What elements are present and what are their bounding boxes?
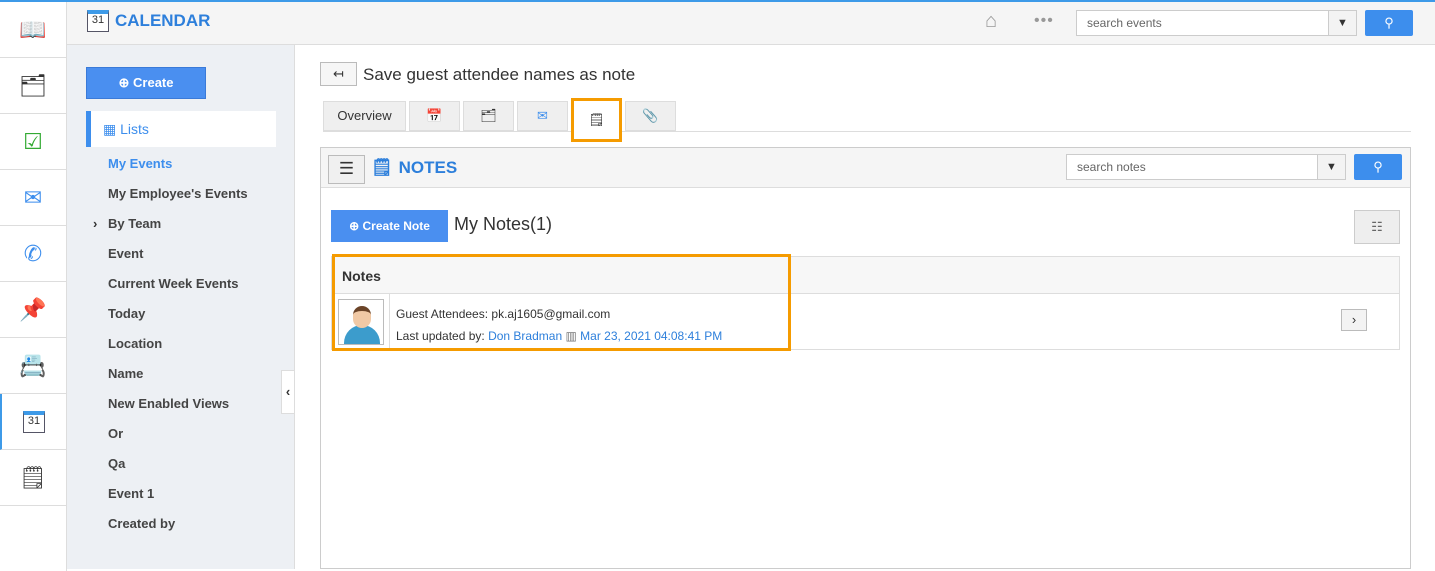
chevron-right-icon[interactable]: ›	[93, 216, 97, 231]
main-content: ↤ Save guest attendee names as note Over…	[320, 45, 1435, 569]
nav-by-team[interactable]: By Team	[108, 216, 161, 231]
nav-my-events[interactable]: My Events	[108, 156, 172, 171]
avatar	[338, 299, 384, 345]
tab-attachments[interactable]: 📎	[625, 101, 676, 131]
nav-created-by[interactable]: Created by	[108, 516, 175, 531]
nav-event-1[interactable]: Event 1	[108, 486, 154, 501]
page-title: Save guest attendee names as note	[363, 65, 636, 84]
create-note-button[interactable]: ⊕ Create Note	[331, 210, 448, 242]
calendar-icon: ▥	[565, 329, 577, 343]
pin-icon[interactable]: 📌	[0, 282, 66, 338]
back-button[interactable]: ↤	[320, 62, 357, 86]
collapse-sidebar-button[interactable]: ‹	[281, 370, 295, 414]
nav-location[interactable]: Location	[108, 336, 162, 351]
form-icon: 🗂	[480, 108, 497, 123]
nav-employee-events[interactable]: My Employee's Events	[108, 186, 248, 201]
tab-notes[interactable]: 🗒	[571, 98, 622, 142]
nav-current-week[interactable]: Current Week Events	[108, 276, 239, 291]
tab-bar: Overview 📅 🗂 ✉ 🗒 📎	[323, 98, 1411, 142]
nav-today[interactable]: Today	[108, 306, 145, 321]
app-title: 31 CALENDAR	[87, 10, 210, 32]
mail-icon: ✉	[537, 108, 548, 123]
sidebar: ⊕ Create ▦ Lists My Events My Employee's…	[67, 45, 295, 569]
top-bar: 31 CALENDAR ⌂ ••• search events ▼ ⚲	[67, 2, 1435, 45]
calendar-icon[interactable]: 31	[0, 394, 66, 450]
chevron-down-icon[interactable]: ▼	[1329, 10, 1357, 36]
more-icon[interactable]: •••	[1034, 12, 1054, 30]
notes-search: search notes ▼ ⚲	[1066, 154, 1402, 180]
notes-icon: 🗒	[371, 158, 393, 177]
search-input[interactable]: search events	[1076, 10, 1329, 36]
open-note-button[interactable]: ›	[1341, 309, 1367, 331]
event-search: search events ▼ ⚲	[1076, 10, 1413, 36]
note-text[interactable]: Guest Attendees: pk.aj1605@gmail.com	[396, 307, 610, 321]
notes-icon: 🗒	[588, 112, 605, 127]
my-notes-heading: My Notes(1)	[454, 214, 553, 234]
tab-overview[interactable]: Overview	[323, 101, 406, 131]
notes-column-header: Notes	[332, 257, 1399, 294]
notes-icon[interactable]: 🗒	[0, 450, 66, 506]
notes-search-input[interactable]: search notes	[1066, 154, 1318, 180]
lists-header[interactable]: ▦ Lists	[86, 111, 276, 147]
create-button[interactable]: ⊕ Create	[86, 67, 206, 99]
chevron-down-icon[interactable]: ▼	[1318, 154, 1346, 180]
calendar-clock-icon: 📅	[426, 108, 443, 123]
nav-or[interactable]: Or	[108, 426, 123, 441]
task-icon[interactable]: ☑	[0, 114, 66, 170]
nav-event[interactable]: Event	[108, 246, 143, 261]
attachment-icon: 📎	[642, 108, 659, 123]
tab-forms[interactable]: 🗂	[463, 101, 514, 131]
phone-icon[interactable]: ✆	[0, 226, 66, 282]
author-link[interactable]: Don Bradman	[488, 329, 562, 343]
notes-table: Notes Guest Attendees: pk.aj1605@gmail.c…	[331, 254, 1400, 351]
note-meta: Last updated by: Don Bradman ▥ Mar 23, 2…	[396, 329, 723, 343]
notes-title: 🗒 NOTES	[371, 158, 458, 177]
mail-icon[interactable]: ✉	[0, 170, 66, 226]
tab-schedule[interactable]: 📅	[409, 101, 460, 131]
book-icon[interactable]: 📖	[0, 2, 66, 58]
app-rail: 📖 🗂 ☑ ✉ ✆ 📌 📇 31 🗒	[0, 2, 67, 571]
menu-icon[interactable]: ☰	[328, 155, 365, 184]
nav-new-enabled-views[interactable]: New Enabled Views	[108, 396, 229, 411]
search-button[interactable]: ⚲	[1365, 10, 1413, 36]
notes-panel: ☰ 🗒 NOTES search notes ▼ ⚲ ⊕ Create Note …	[320, 147, 1411, 569]
list-view-button[interactable]: ☷	[1354, 210, 1400, 244]
contact-icon[interactable]: 📇	[0, 338, 66, 394]
form-icon[interactable]: 🗂	[0, 58, 66, 114]
notes-search-button[interactable]: ⚲	[1354, 154, 1402, 180]
nav-name[interactable]: Name	[108, 366, 143, 381]
timestamp: Mar 23, 2021 04:08:41 PM	[580, 329, 723, 343]
home-icon[interactable]: ⌂	[985, 10, 997, 33]
nav-qa[interactable]: Qa	[108, 456, 125, 471]
tab-mail[interactable]: ✉	[517, 101, 568, 131]
calendar-icon: 31	[87, 10, 109, 32]
